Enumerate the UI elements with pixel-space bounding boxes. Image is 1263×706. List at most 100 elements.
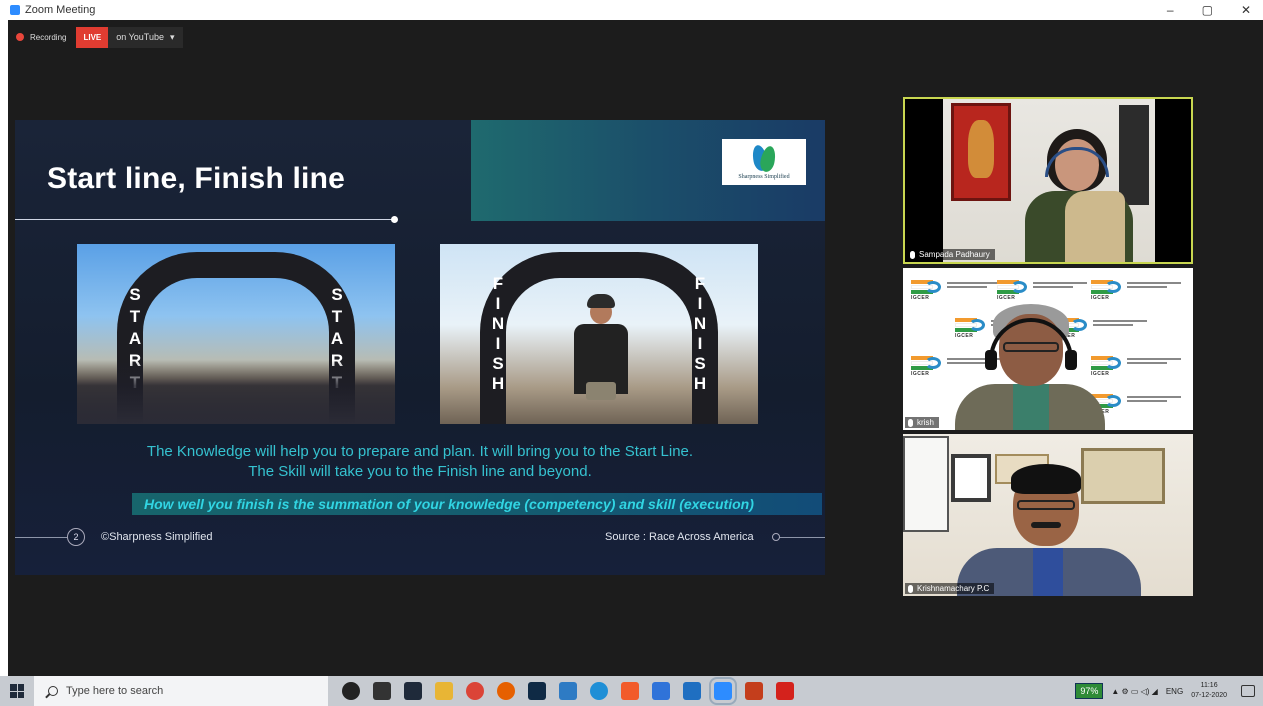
phone-icon[interactable] (652, 682, 670, 700)
window-title: Zoom Meeting (25, 4, 96, 16)
finish-arch-letter: I (697, 294, 703, 313)
whiteboard (903, 436, 949, 532)
finish-arch-letter: I (495, 334, 501, 353)
windows-logo-icon (10, 684, 24, 698)
igcer-logo-icon: IGCER (1091, 280, 1125, 301)
leaf-logo-icon (750, 143, 778, 173)
footer-ring (772, 533, 780, 541)
search-placeholder: Type here to search (66, 685, 164, 697)
logo-caption-lines (1127, 282, 1193, 292)
recording-label: Recording (30, 32, 67, 42)
finish-arch-letter: H (491, 374, 505, 393)
tray-icons[interactable]: ▲ ⚙ ▭ ◁) ◢ (1111, 687, 1158, 696)
store-icon[interactable] (404, 682, 422, 700)
slide-highlight-quote: How well you finish is the summation of … (132, 493, 822, 515)
brave-icon[interactable] (621, 682, 639, 700)
logo-caption-lines (1127, 358, 1193, 368)
logo-caption-lines (1127, 396, 1193, 406)
window-titlebar: Zoom Meeting – ▢ ✕ (0, 0, 1263, 20)
live-platform-dropdown[interactable]: on YouTube ▾ (108, 26, 183, 48)
window-controls: – ▢ ✕ (1167, 0, 1251, 20)
chrome-icon[interactable] (466, 682, 484, 700)
taskbar-search-box[interactable]: Type here to search (34, 676, 328, 706)
photoshop-icon[interactable] (528, 682, 546, 700)
slide-caption-line2: The Skill will take you to the Finish li… (248, 463, 592, 480)
battery-indicator[interactable]: 97% (1075, 683, 1104, 699)
finish-arch-letter: F (694, 274, 706, 293)
clock[interactable]: 11:16 07-12-2020 (1191, 681, 1227, 701)
finish-arch-letter: H (693, 374, 707, 393)
participant-video (957, 464, 1141, 596)
start-arch-letter: S (331, 285, 343, 304)
zoom-icon[interactable] (709, 677, 737, 705)
finish-arch-letter: I (495, 294, 501, 313)
slide-title: Start line, Finish line (47, 162, 345, 195)
language-indicator[interactable]: ENG (1166, 687, 1183, 696)
participant-name: Krishnamachary P.C (917, 584, 990, 593)
igcer-logo-icon: IGCER (911, 280, 945, 301)
start-button[interactable] (0, 676, 34, 706)
close-button[interactable]: ✕ (1241, 0, 1251, 20)
finisher-cyclist (570, 294, 630, 410)
microphone-icon (908, 584, 913, 593)
participant-name: krish (917, 418, 934, 427)
slide-banner: Sharpness Simplified (471, 120, 825, 221)
igcer-logo-icon: IGCER (911, 356, 945, 377)
file-explorer-icon[interactable] (435, 682, 453, 700)
footer-divider-right (775, 537, 825, 538)
recording-indicator: Recording LIVE on YouTube ▾ (16, 26, 183, 48)
igcer-logo-text: IGCER (1091, 295, 1110, 301)
slide-caption-line1: The Knowledge will help you to prepare a… (146, 443, 694, 460)
cortana-icon[interactable] (342, 682, 360, 700)
igcer-logo-text: IGCER (997, 295, 1016, 301)
live-platform-label: on YouTube (116, 32, 164, 42)
mail-icon[interactable] (683, 682, 701, 700)
notification-icon[interactable] (1241, 685, 1255, 697)
participant-name: Sampada Padhaury (919, 250, 990, 259)
clock-time: 11:16 (1200, 682, 1218, 689)
participant-video (1019, 129, 1139, 262)
slide-page-number: 2 (67, 528, 85, 546)
start-arch-letter: S (129, 285, 141, 304)
cyclist-crowd (77, 360, 395, 424)
live-badge: LIVE (76, 26, 109, 48)
chevron-down-icon: ▾ (169, 31, 175, 42)
finish-arch-letter: N (693, 314, 707, 333)
wall-hanging (951, 103, 1011, 201)
microphone-icon (908, 418, 913, 427)
maximize-button[interactable]: ▢ (1202, 0, 1213, 20)
slide-source: Source : Race Across America (605, 531, 754, 543)
igcer-logo-text: IGCER (911, 295, 930, 301)
footer-divider-left (15, 537, 67, 538)
start-line-photo: START START (77, 244, 395, 424)
task-view-icon[interactable] (373, 682, 391, 700)
participant-video-tile[interactable]: IGCERIGCERIGCERIGCERIGCERIGCERIGCERIGCER… (903, 268, 1193, 430)
title-divider (15, 219, 395, 220)
title-divider-dot (391, 216, 398, 223)
meeting-area: Recording LIVE on YouTube ▾ Sharpness Si… (8, 20, 1263, 676)
participant-name-tag: Sampada Padhaury (907, 249, 995, 260)
clock-date: 07-12-2020 (1191, 692, 1227, 699)
system-tray: 97% ▲ ⚙ ▭ ◁) ◢ ENG 11:16 07-12-2020 (1075, 676, 1255, 706)
firefox-icon[interactable] (497, 682, 515, 700)
finish-arch-letters-right: FINISH (690, 274, 710, 394)
powerpoint-icon[interactable] (745, 682, 763, 700)
igcer-logo-text: IGCER (911, 371, 930, 377)
search-icon (48, 686, 58, 696)
participant-name-tag: Krishnamachary P.C (905, 583, 995, 594)
participant-video-tile[interactable]: Krishnamachary P.C (903, 434, 1193, 596)
finish-arch-letter: N (491, 314, 505, 333)
pinned-apps (342, 677, 794, 705)
finish-line-photo: FINISH FINISH (440, 244, 758, 424)
participant-video-tile[interactable]: Sampada Padhaury (903, 97, 1193, 264)
participant-name-tag: krish (905, 417, 939, 428)
windows-taskbar: Type here to search 97% ▲ ⚙ ▭ ◁) ◢ ENG 1… (0, 676, 1263, 706)
lync-icon[interactable] (559, 682, 577, 700)
start-arch-letter: T (331, 307, 343, 326)
participant-video (955, 304, 1105, 430)
edge-icon[interactable] (590, 682, 608, 700)
minimize-button[interactable]: – (1167, 0, 1174, 20)
video-background (943, 99, 1155, 262)
acrobat-icon[interactable] (776, 682, 794, 700)
start-arch-letter: T (129, 307, 141, 326)
